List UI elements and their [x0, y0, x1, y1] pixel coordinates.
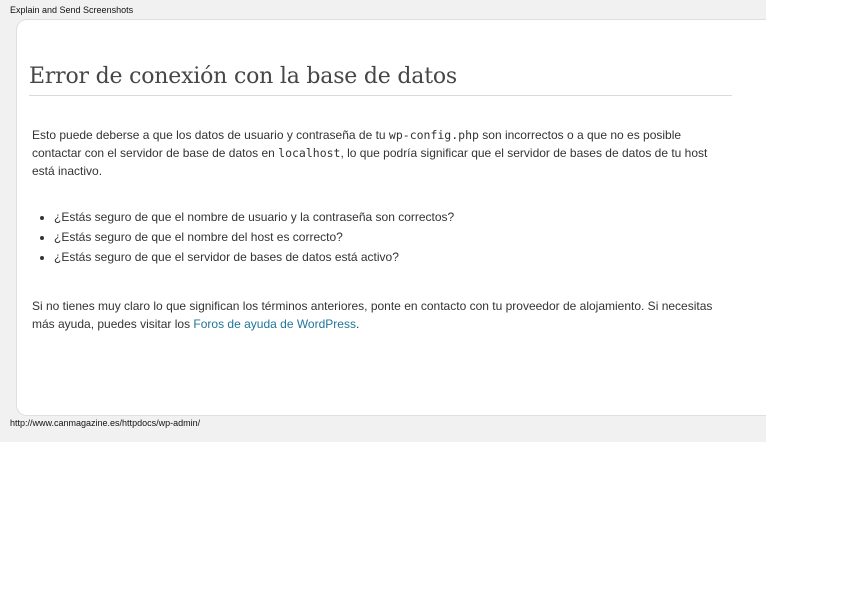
- intro-text-1: Esto puede deberse a que los datos de us…: [32, 128, 389, 142]
- wordpress-forums-link[interactable]: Foros de ayuda de WordPress: [193, 317, 356, 331]
- intro-paragraph: Esto puede deberse a que los datos de us…: [32, 126, 732, 180]
- help-text: Si no tienes muy claro lo que significan…: [32, 299, 713, 331]
- screenshot-frame: Explain and Send Screenshots Error de co…: [0, 0, 766, 442]
- help-suffix: .: [355, 317, 360, 331]
- config-file-name: wp-config.php: [388, 128, 479, 142]
- page-title: Error de conexión con la base de datos: [29, 64, 732, 96]
- list-item: ¿Estás seguro de que el nombre del host …: [54, 228, 732, 246]
- status-bar-url: http://www.canmagazine.es/httpdocs/wp-ad…: [10, 418, 201, 428]
- list-item: ¿Estás seguro de que el servidor de base…: [54, 248, 732, 266]
- troubleshooting-questions: ¿Estás seguro de que el nombre de usuari…: [32, 208, 732, 266]
- window-title: Explain and Send Screenshots: [10, 5, 134, 15]
- host-name: localhost: [278, 146, 341, 160]
- error-message: Esto puede deberse a que los datos de us…: [32, 126, 732, 333]
- list-item: ¿Estás seguro de que el nombre de usuari…: [54, 208, 732, 226]
- help-paragraph: Si no tienes muy claro lo que significan…: [32, 297, 732, 333]
